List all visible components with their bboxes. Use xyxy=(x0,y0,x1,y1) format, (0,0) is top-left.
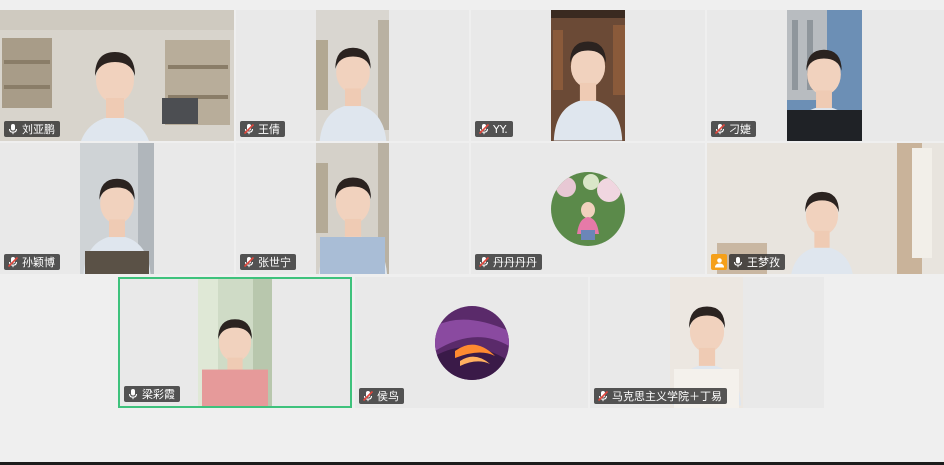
participant-name: YY. xyxy=(493,122,508,136)
microphone-muted-icon[interactable] xyxy=(478,123,490,135)
video-tile-participant-11[interactable]: 马克思主义学院＋丁易 xyxy=(590,277,824,408)
video-tile-participant-9-active-speaker[interactable]: 梁彩霞 xyxy=(118,277,352,408)
participant-name-tag: 刘亚鹏 xyxy=(4,121,60,137)
microphone-muted-icon[interactable] xyxy=(243,123,255,135)
participant-name-tag: YY. xyxy=(475,121,513,137)
participant-name-tag: 王倩 xyxy=(240,121,285,137)
video-tile-participant-1[interactable]: 刘亚鹏 xyxy=(0,10,234,141)
participant-name-tag: 孙颖博 xyxy=(4,254,60,270)
participant-name-tag: 马克思主义学院＋丁易 xyxy=(594,388,727,404)
host-icon xyxy=(711,254,727,270)
participant-name: 侯鸟 xyxy=(377,390,399,403)
video-tile-participant-5[interactable]: 孙颖博 xyxy=(0,143,234,274)
microphone-on-icon[interactable] xyxy=(732,256,744,268)
participant-name-tag: 丹丹丹丹 xyxy=(475,254,542,270)
microphone-on-icon[interactable] xyxy=(127,388,139,400)
participant-name-tag: 侯鸟 xyxy=(359,388,404,404)
participant-name: 张世宁 xyxy=(258,256,291,269)
microphone-on-icon[interactable] xyxy=(7,123,19,135)
participant-name-tag: 王梦孜 xyxy=(729,254,785,270)
participant-avatar xyxy=(551,171,625,246)
video-tile-participant-3[interactable]: YY. xyxy=(471,10,705,141)
participant-name-tag: 梁彩霞 xyxy=(124,386,180,402)
microphone-muted-icon[interactable] xyxy=(714,123,726,135)
participant-name: 马克思主义学院＋丁易 xyxy=(612,390,722,403)
participant-name: 刁婕 xyxy=(729,123,751,136)
video-tile-participant-6[interactable]: 张世宁 xyxy=(236,143,469,274)
participant-name: 丹丹丹丹 xyxy=(493,256,537,269)
microphone-muted-icon[interactable] xyxy=(597,390,609,402)
participant-name-tag: 张世宁 xyxy=(240,254,296,270)
video-tile-participant-10[interactable]: 侯鸟 xyxy=(355,277,588,408)
participant-name-tag: 刁婕 xyxy=(711,121,756,137)
microphone-muted-icon[interactable] xyxy=(243,256,255,268)
participant-video xyxy=(198,279,272,406)
participant-video xyxy=(316,10,389,141)
video-tile-participant-4[interactable]: 刁婕 xyxy=(707,10,944,141)
participant-avatar xyxy=(434,305,509,380)
video-tile-participant-2[interactable]: 王倩 xyxy=(236,10,469,141)
participant-name: 孙颖博 xyxy=(22,256,55,269)
video-tile-participant-7[interactable]: 丹丹丹丹 xyxy=(471,143,705,274)
video-tile-participant-8[interactable]: 王梦孜 xyxy=(707,143,944,274)
participant-name: 梁彩霞 xyxy=(142,388,175,401)
participant-video xyxy=(316,143,389,274)
participant-name: 王倩 xyxy=(258,123,280,136)
microphone-muted-icon[interactable] xyxy=(478,256,490,268)
participant-name: 刘亚鹏 xyxy=(22,123,55,136)
participant-video xyxy=(787,10,862,141)
microphone-muted-icon[interactable] xyxy=(362,390,374,402)
participant-video xyxy=(551,10,625,141)
participant-name: 王梦孜 xyxy=(747,256,780,269)
participant-video xyxy=(80,143,154,274)
microphone-muted-icon[interactable] xyxy=(7,256,19,268)
